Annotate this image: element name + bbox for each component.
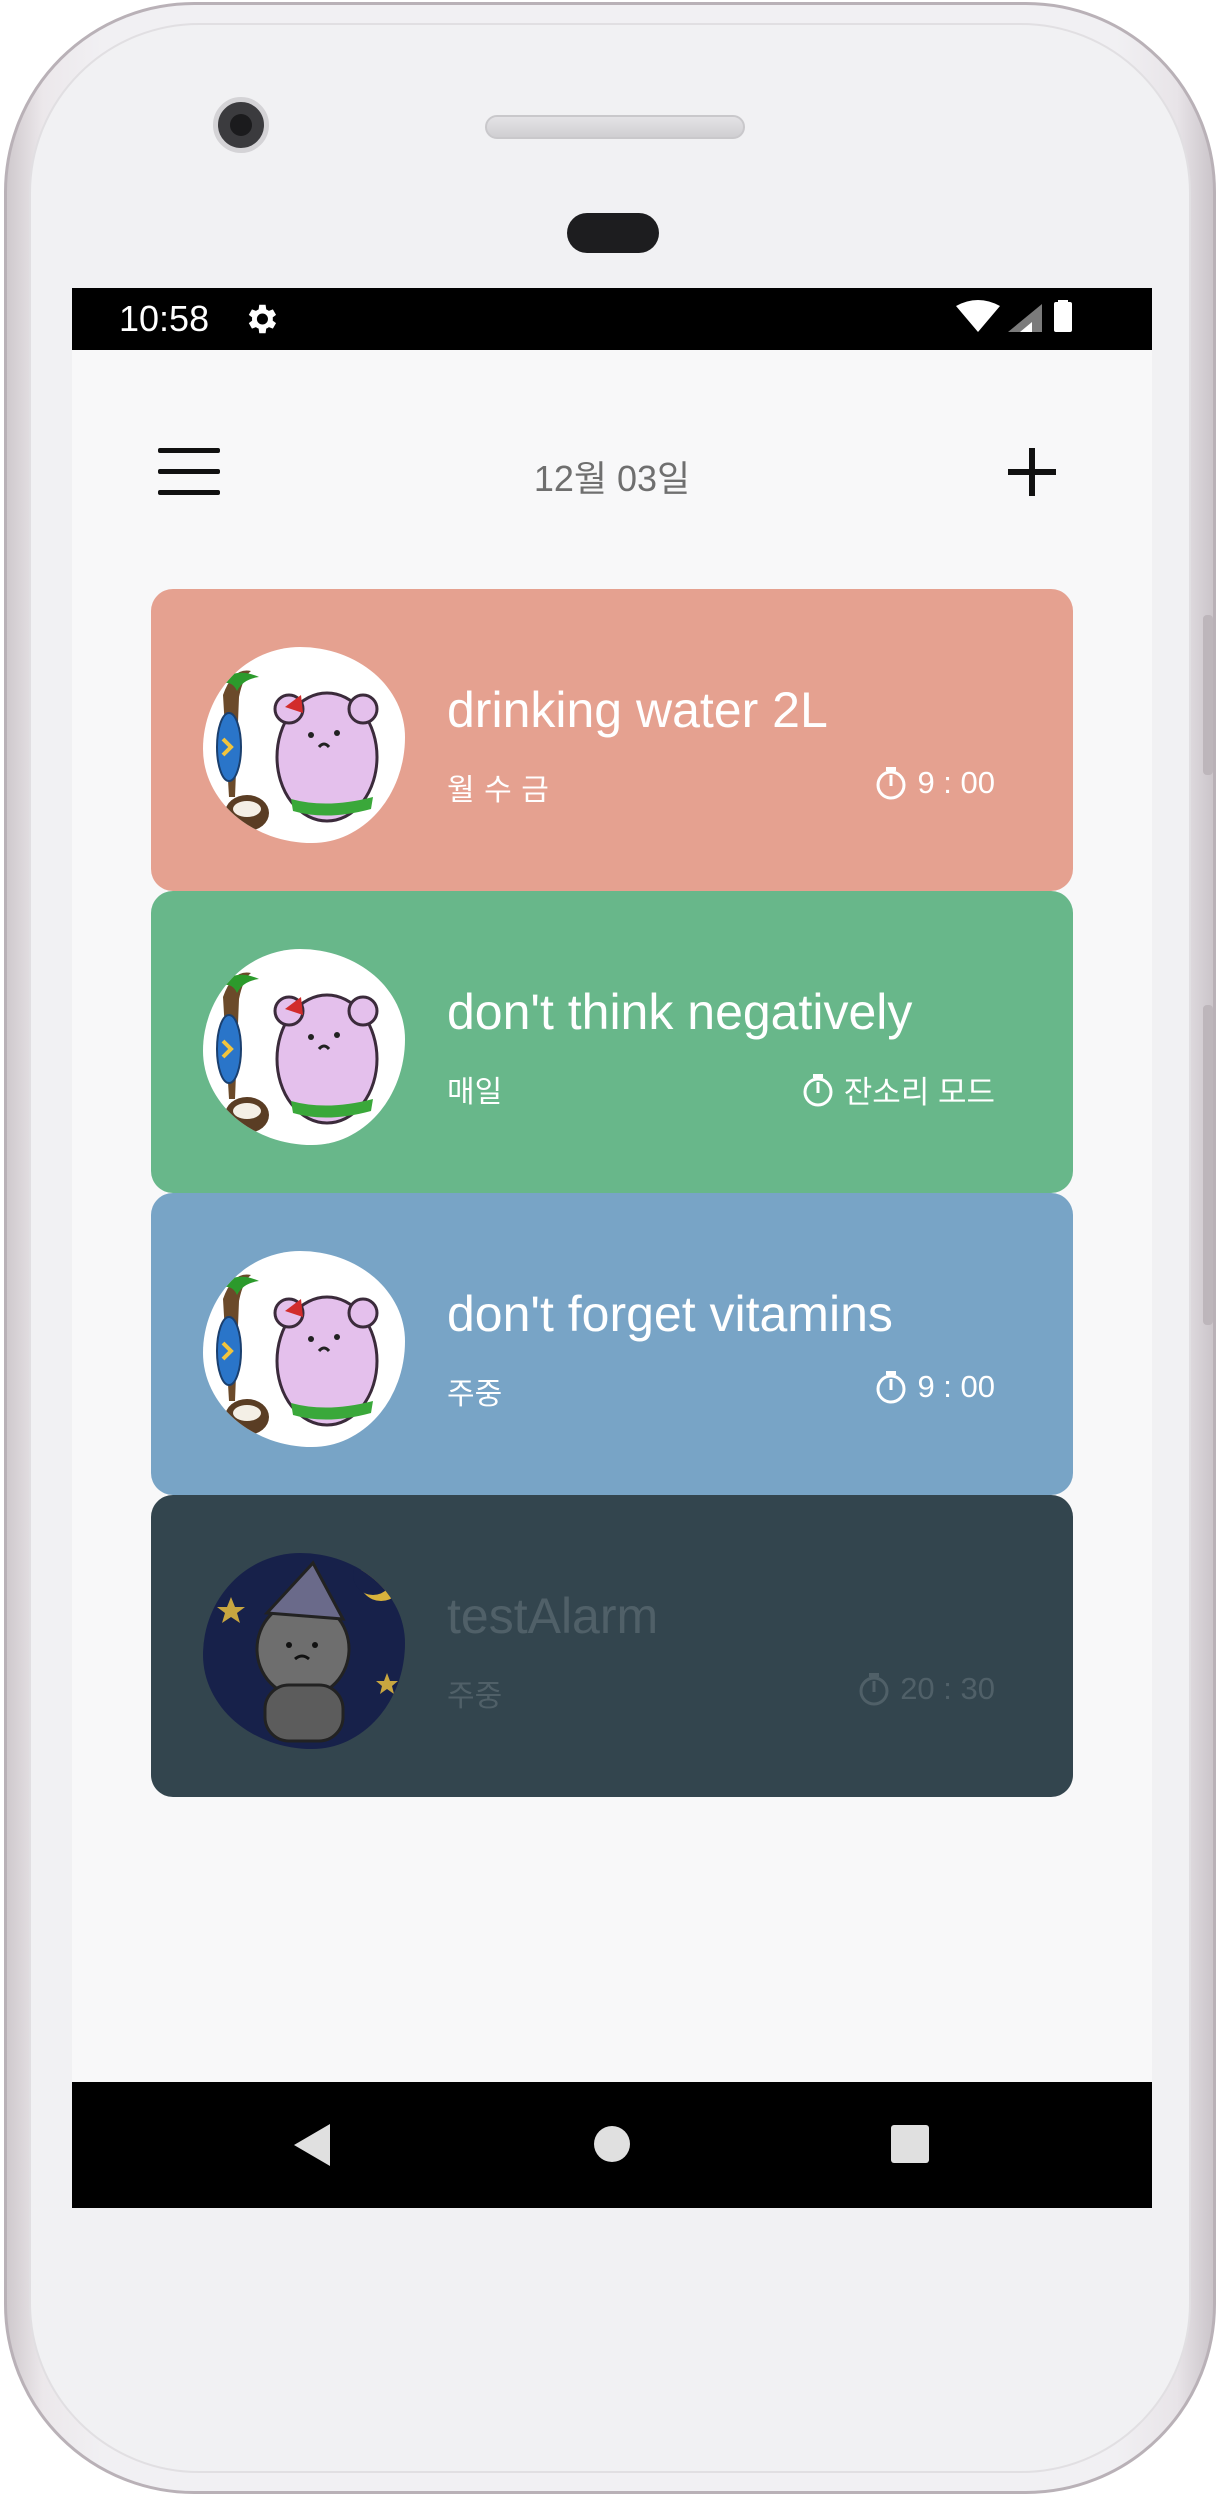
alarm-days: 월 수 금	[447, 773, 549, 808]
bear-hula-icon	[203, 1251, 405, 1447]
alarm-time-label: 20 : 30	[900, 1671, 995, 1706]
alarm-time-label: 잔소리 모드	[843, 1075, 995, 1110]
alarm-card[interactable]: don't forget vitamins 주중 9 : 00	[151, 1193, 1073, 1495]
timer-icon	[876, 767, 906, 800]
home-button[interactable]	[592, 2124, 632, 2164]
proximity-sensor	[567, 213, 659, 253]
alarm-days: 주중	[447, 1679, 503, 1714]
alarm-card[interactable]: don't think negatively 매일 잔소리 모드	[151, 891, 1073, 1193]
alarm-title: don't forget vitamins	[447, 1286, 893, 1342]
add-alarm-button[interactable]	[1004, 444, 1060, 500]
timer-icon	[859, 1673, 889, 1706]
navigation-bar	[72, 2082, 1152, 2208]
timer-icon	[876, 1371, 906, 1404]
alarm-time: 9 : 00	[873, 765, 995, 801]
back-button[interactable]	[290, 2122, 334, 2168]
alarm-time: 9 : 00	[873, 1369, 995, 1405]
status-indicators	[956, 300, 1072, 332]
phone-frame: 10:58 12월 03일 drinking water 2L 월 수 금 9 …	[4, 2, 1216, 2494]
alarm-card[interactable]: testAlarm 주중 20 : 30	[151, 1495, 1073, 1797]
alarm-time-label: 9 : 00	[917, 765, 995, 800]
side-button	[1203, 1005, 1213, 1325]
bear-sleep-icon	[203, 1553, 405, 1749]
gear-icon	[248, 304, 277, 334]
status-bar: 10:58	[72, 288, 1152, 350]
status-time: 10:58	[119, 298, 210, 339]
alarm-title: testAlarm	[447, 1588, 659, 1644]
timer-icon	[803, 1073, 833, 1106]
recents-button[interactable]	[890, 2124, 930, 2164]
alarm-time-label: 9 : 00	[917, 1369, 995, 1404]
alarm-days: 매일	[447, 1075, 503, 1110]
front-camera	[213, 97, 269, 153]
current-date: 12월 03일	[533, 458, 691, 499]
signal-icon	[1008, 304, 1042, 332]
wifi-icon	[956, 300, 1000, 332]
alarm-title: don't think negatively	[447, 984, 913, 1040]
bear-hula-icon	[203, 647, 405, 843]
bear-hula-icon	[203, 949, 405, 1145]
alarm-time: 잔소리 모드	[800, 1067, 995, 1112]
volume-button	[1203, 615, 1213, 775]
screen: 10:58 12월 03일 drinking water 2L 월 수 금 9 …	[72, 288, 1152, 2208]
alarm-time: 20 : 30	[856, 1671, 995, 1707]
earpiece-speaker	[485, 115, 745, 139]
menu-button[interactable]	[158, 448, 220, 496]
app-header: 12월 03일	[72, 350, 1152, 530]
battery-icon	[1054, 302, 1072, 332]
alarm-title: drinking water 2L	[447, 682, 828, 738]
alarm-days: 주중	[447, 1377, 503, 1412]
alarm-card[interactable]: drinking water 2L 월 수 금 9 : 00	[151, 589, 1073, 891]
